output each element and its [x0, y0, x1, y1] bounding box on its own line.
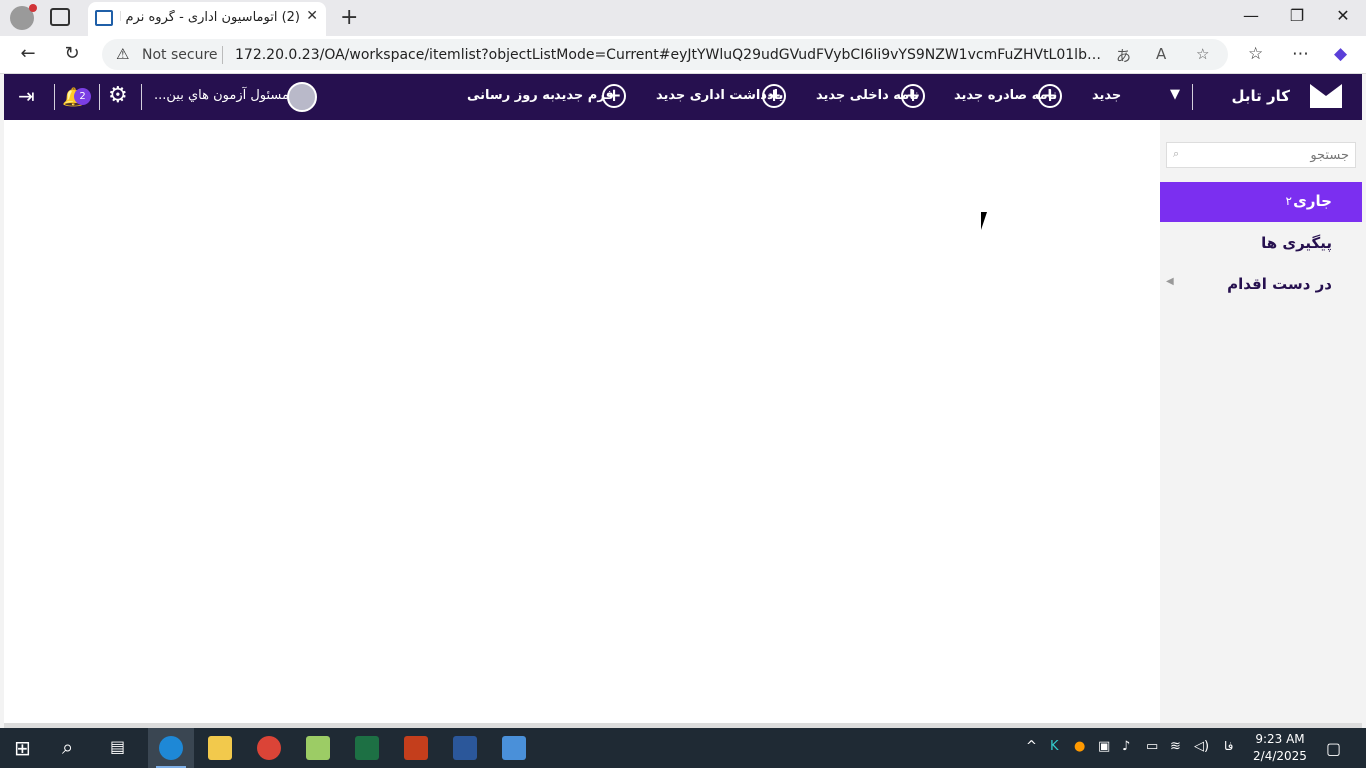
- favorites-icon[interactable]: ☆: [1248, 44, 1263, 64]
- copilot-icon[interactable]: ◆: [1334, 44, 1347, 64]
- notification-center-icon[interactable]: ▢: [1326, 739, 1341, 758]
- brand-title[interactable]: کار تابل: [1232, 87, 1291, 105]
- plus-circle-icon[interactable]: +: [1038, 84, 1062, 108]
- search-input[interactable]: ⌕ جستجو: [1166, 142, 1356, 168]
- restore-icon[interactable]: ❐: [1282, 6, 1312, 25]
- refresh-button[interactable]: به روز رسانی: [467, 88, 555, 103]
- microphone-icon[interactable]: ♪: [1122, 739, 1130, 754]
- url-divider: [222, 46, 223, 64]
- url-text[interactable]: 172.20.0.23/OA/workspace/itemlist?object…: [235, 47, 1105, 63]
- sidebar-item-label: در دست اقدام: [1227, 275, 1332, 293]
- notification-badge: 2: [74, 88, 91, 105]
- powerpoint-icon[interactable]: [404, 736, 428, 760]
- close-window-icon[interactable]: ✕: [1328, 6, 1358, 25]
- refresh-icon[interactable]: ↻: [60, 43, 84, 64]
- url-field[interactable]: ⚠ Not secure 172.20.0.23/OA/workspace/it…: [102, 39, 1228, 70]
- main-content-area: [4, 120, 1160, 723]
- tab-title: (2) اتوماسیون اداری - گروه نرم افزاری: [120, 10, 300, 25]
- address-bar: ← ↻ ⚠ Not secure 172.20.0.23/OA/workspac…: [0, 36, 1366, 74]
- profile-avatar-icon[interactable]: [10, 4, 37, 30]
- header-divider: [99, 84, 100, 110]
- user-name[interactable]: مسئول آزمون هاي بين...: [154, 88, 289, 103]
- volume-icon[interactable]: ◁): [1194, 739, 1209, 754]
- search-icon[interactable]: ⌕: [62, 735, 73, 759]
- expand-arrow-icon[interactable]: ◀: [1166, 276, 1174, 287]
- site-favicon-icon: [95, 10, 113, 26]
- wifi-icon[interactable]: ≋: [1170, 739, 1181, 754]
- new-menu-label[interactable]: جدید: [1092, 88, 1121, 103]
- tab-actions-icon[interactable]: [50, 8, 70, 26]
- sidebar-item-label: جاری: [1293, 192, 1332, 210]
- more-menu-icon[interactable]: ⋯: [1292, 44, 1309, 64]
- monitor-icon[interactable]: ▣: [1098, 739, 1110, 754]
- search-icon: ⌕: [1173, 147, 1180, 160]
- edge-icon[interactable]: [159, 736, 183, 760]
- sidebar-item-followups[interactable]: پیگیری ها: [1160, 224, 1362, 264]
- sidebar-item-count: ۲: [1285, 194, 1292, 208]
- logout-icon[interactable]: ⇥: [18, 84, 35, 108]
- sidebar-item-current[interactable]: جاری ۲: [1160, 182, 1362, 222]
- sidebar-item-in-progress[interactable]: در دست اقدام ◀: [1160, 265, 1362, 305]
- notepad-icon[interactable]: [306, 736, 330, 760]
- mouse-cursor-icon: [981, 212, 993, 230]
- windows-start-icon[interactable]: ⊞: [14, 736, 31, 760]
- chrome-icon[interactable]: [257, 736, 281, 760]
- sidebar: ⌕ جستجو جاری ۲ پیگیری ها در دست اقدام ◀: [1160, 120, 1362, 723]
- plus-circle-icon[interactable]: +: [762, 84, 786, 108]
- browser-tab[interactable]: (2) اتوماسیون اداری - گروه نرم افزاری ✕: [88, 2, 326, 36]
- header-divider: [141, 84, 142, 110]
- k-app-icon[interactable]: K: [1050, 739, 1059, 754]
- word-icon[interactable]: [453, 736, 477, 760]
- file-explorer-icon[interactable]: [208, 736, 232, 760]
- battery-icon[interactable]: ▭: [1146, 739, 1158, 754]
- search-placeholder: جستجو: [1310, 148, 1349, 163]
- clock[interactable]: 9:23 AM 2/4/2025: [1250, 731, 1310, 765]
- warning-icon: ⚠: [116, 45, 130, 63]
- browser-tab-bar: (2) اتوماسیون اداری - گروه نرم افزاری ✕ …: [0, 0, 1366, 36]
- header-divider: [54, 84, 55, 110]
- not-secure-label[interactable]: Not secure: [142, 47, 218, 63]
- back-icon[interactable]: ←: [16, 43, 40, 64]
- tray-app-icon[interactable]: ●: [1074, 739, 1085, 754]
- plus-circle-icon[interactable]: +: [901, 84, 925, 108]
- task-view-icon[interactable]: ▤: [110, 737, 125, 756]
- sidebar-item-label: پیگیری ها: [1261, 234, 1332, 252]
- mail-icon: [1310, 84, 1342, 108]
- chevron-up-icon[interactable]: ^: [1026, 739, 1037, 754]
- chevron-down-icon[interactable]: ▼: [1170, 87, 1180, 102]
- clock-date: 2/4/2025: [1253, 749, 1307, 763]
- close-tab-icon[interactable]: ✕: [306, 8, 318, 24]
- windows-taskbar: ⊞ ⌕ ▤ ^ K ● ▣ ♪ ▭ ≋ ◁) فا 9:23 AM 2/4/20…: [0, 728, 1366, 768]
- minimize-icon[interactable]: —: [1236, 6, 1266, 25]
- new-tab-icon[interactable]: +: [340, 5, 358, 30]
- remote-desktop-icon[interactable]: [502, 736, 526, 760]
- plus-circle-icon[interactable]: +: [602, 84, 626, 108]
- translate-icon[interactable]: あ: [1116, 45, 1131, 66]
- favorite-star-icon[interactable]: ☆: [1196, 45, 1209, 63]
- header-divider: [1192, 84, 1193, 110]
- read-aloud-icon[interactable]: A: [1156, 45, 1166, 63]
- clock-time: 9:23 AM: [1255, 732, 1305, 746]
- user-avatar[interactable]: [287, 82, 317, 112]
- excel-icon[interactable]: [355, 736, 379, 760]
- app-header: کار تابل ▼ جدید نامه صادره جدید + نامه د…: [4, 74, 1362, 120]
- language-indicator[interactable]: فا: [1224, 739, 1233, 753]
- gear-icon[interactable]: ⚙: [108, 83, 128, 108]
